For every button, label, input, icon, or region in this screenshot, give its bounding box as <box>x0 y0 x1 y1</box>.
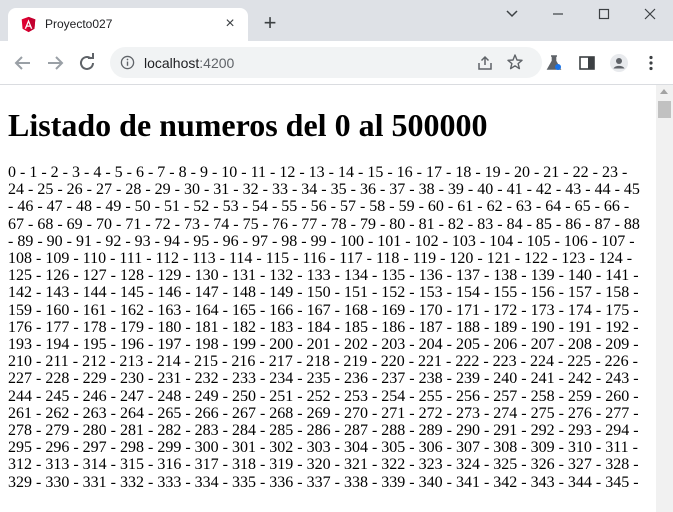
scroll-up-arrow-icon[interactable] <box>660 89 668 94</box>
menu-kebab-icon[interactable] <box>641 53 661 73</box>
close-window-icon[interactable] <box>634 4 666 24</box>
angular-icon <box>21 16 36 33</box>
side-panel-icon[interactable] <box>577 53 597 73</box>
minimize-icon[interactable] <box>542 4 574 24</box>
url-text[interactable]: localhost:4200 <box>144 55 234 71</box>
new-tab-button[interactable]: + <box>260 12 280 34</box>
browser-tab[interactable]: Proyecto027 × <box>8 8 248 41</box>
tab-title: Proyecto027 <box>45 17 113 31</box>
site-info-icon[interactable] <box>120 55 135 70</box>
close-icon[interactable]: × <box>222 16 238 32</box>
tab-search-icon[interactable] <box>496 4 528 24</box>
reload-icon[interactable] <box>75 51 99 75</box>
share-icon[interactable] <box>476 54 494 72</box>
scrollbar-thumb[interactable] <box>658 101 671 118</box>
numbers-list: 0 - 1 - 2 - 3 - 4 - 5 - 6 - 7 - 8 - 9 - … <box>8 164 640 491</box>
page-content: Listado de numeros del 0 al 500000 0 - 1… <box>0 85 656 512</box>
bookmark-star-icon[interactable] <box>506 53 524 71</box>
vertical-scrollbar[interactable] <box>656 85 673 512</box>
forward-icon[interactable] <box>43 51 67 75</box>
extensions-lab-icon[interactable] <box>544 53 564 73</box>
toolbar: localhost:4200 <box>0 41 673 85</box>
maximize-icon[interactable] <box>588 4 620 24</box>
profile-avatar-icon[interactable] <box>609 53 629 73</box>
page-title: Listado de numeros del 0 al 500000 <box>8 107 488 143</box>
address-bar[interactable]: localhost:4200 <box>110 47 542 78</box>
back-icon[interactable] <box>11 51 35 75</box>
url-host: localhost <box>144 55 200 71</box>
title-bar: Proyecto027 × + <box>0 0 673 41</box>
url-port: :4200 <box>199 55 235 71</box>
